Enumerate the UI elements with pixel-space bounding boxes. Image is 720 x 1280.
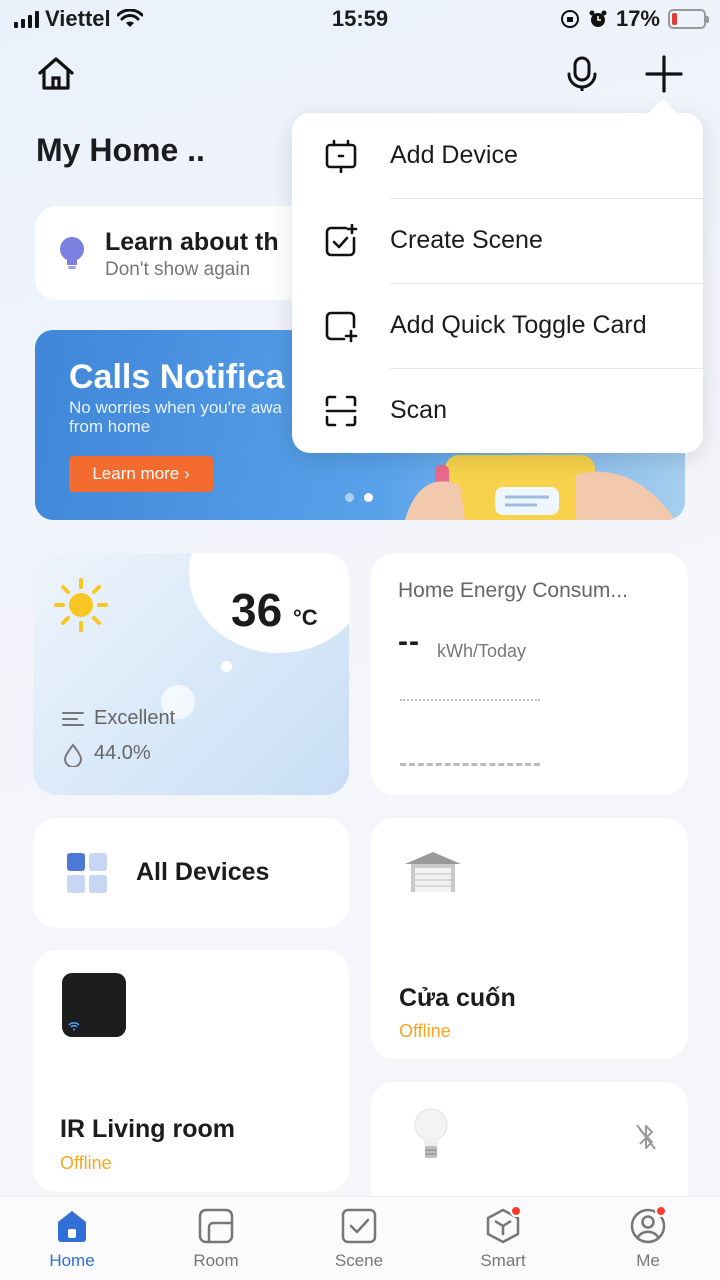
- bottom-tab-bar: Home Room Scene Smart Me: [0, 1196, 720, 1280]
- menu-item-create-scene[interactable]: Create Scene: [292, 198, 703, 283]
- page-title[interactable]: My Home ..: [36, 132, 205, 169]
- tab-home[interactable]: Home: [22, 1207, 122, 1271]
- plus-icon[interactable]: [642, 52, 686, 96]
- menu-item-add-device[interactable]: Add Device: [292, 113, 703, 198]
- temperature-unit: °C: [293, 605, 318, 630]
- alarm-icon: [589, 10, 607, 27]
- battery-fill: [672, 13, 677, 25]
- ir-remote-icon: [62, 973, 126, 1037]
- tab-label: Room: [193, 1251, 239, 1270]
- notification-badge: [510, 1205, 522, 1217]
- tab-label: Me: [636, 1251, 660, 1270]
- weather-card[interactable]: 36 °C Excellent 44.0%: [33, 553, 349, 795]
- device-name: IR Living room: [60, 1115, 235, 1143]
- menu-item-label: Create Scene: [390, 226, 543, 254]
- humidity-value: 44.0%: [94, 742, 151, 764]
- learn-card-title: Learn about th: [105, 228, 279, 256]
- add-menu-popover: Add Device Create Scene Add Quick Toggle…: [292, 113, 703, 453]
- device-status: Offline: [60, 1153, 112, 1173]
- menu-item-add-quick-toggle-card[interactable]: Add Quick Toggle Card: [292, 283, 703, 368]
- light-bulb-icon: [414, 1108, 448, 1158]
- scan-icon: [325, 395, 357, 427]
- create-scene-icon: [325, 224, 358, 257]
- scene-icon: [341, 1208, 377, 1244]
- learn-more-button[interactable]: Learn more ›: [69, 456, 213, 492]
- home-tab-icon: [58, 1211, 86, 1242]
- energy-placeholder-line: [400, 699, 540, 701]
- temperature-value: 36: [231, 584, 283, 636]
- device-status: Offline: [399, 1021, 451, 1041]
- notification-badge: [655, 1205, 667, 1217]
- tab-label: Smart: [480, 1251, 526, 1270]
- microphone-icon[interactable]: [560, 52, 604, 96]
- battery-percent: 17%: [615, 6, 660, 31]
- tab-label: Scene: [334, 1251, 384, 1270]
- add-device-icon: [325, 139, 357, 173]
- air-quality-label: Excellent: [94, 707, 176, 729]
- tab-smart[interactable]: Smart: [453, 1205, 553, 1271]
- menu-item-scan[interactable]: Scan: [292, 368, 703, 453]
- home-icon[interactable]: [34, 52, 78, 96]
- dont-show-again-link[interactable]: Don't show again: [105, 259, 250, 281]
- energy-card[interactable]: Home Energy Consum... -- kWh/Today: [371, 553, 688, 795]
- energy-title: Home Energy Consum...: [398, 579, 628, 602]
- menu-item-label: Scan: [390, 396, 447, 424]
- page-dot-active: [364, 493, 373, 502]
- battery-icon: [668, 9, 709, 29]
- phone-hand-illustration: [405, 455, 675, 520]
- tab-room[interactable]: Room: [166, 1207, 266, 1271]
- tab-me[interactable]: Me: [598, 1205, 698, 1271]
- banner-title: Calls Notifica: [69, 358, 285, 396]
- all-devices-label: All Devices: [136, 858, 270, 886]
- energy-placeholder-line: [400, 763, 540, 766]
- all-devices-card[interactable]: All Devices: [33, 818, 349, 928]
- menu-item-label: Add Quick Toggle Card: [390, 311, 647, 339]
- air-quality-icon: [62, 712, 84, 726]
- grid-icon: [67, 853, 107, 893]
- banner-subtitle: No worries when you're awa from home: [69, 398, 283, 436]
- add-card-icon: [325, 311, 358, 343]
- device-card-rolling-door[interactable]: Cửa cuốn Offline: [371, 818, 688, 1059]
- bubble-decoration: [221, 661, 232, 672]
- room-icon: [198, 1208, 234, 1244]
- device-card-ir-living-room[interactable]: IR Living room Offline: [33, 950, 349, 1192]
- orientation-lock-icon: [560, 10, 579, 28]
- energy-value: --: [398, 625, 420, 658]
- tab-label: Home: [49, 1251, 95, 1270]
- status-bar: Viettel 15:59 17%: [0, 0, 720, 40]
- page-dot: [345, 493, 354, 502]
- menu-item-label: Add Device: [390, 141, 518, 169]
- garage-door-icon: [405, 852, 461, 892]
- humidity-icon: [63, 743, 83, 767]
- banner-pagination: [345, 493, 373, 502]
- energy-unit: kWh/Today: [437, 641, 527, 661]
- sun-icon: [54, 578, 108, 632]
- lightbulb-icon: [60, 237, 84, 269]
- tab-scene[interactable]: Scene: [309, 1207, 409, 1271]
- bluetooth-off-icon: [636, 1124, 656, 1150]
- status-right-group: 17%: [560, 6, 709, 32]
- device-name: Cửa cuốn: [399, 984, 516, 1012]
